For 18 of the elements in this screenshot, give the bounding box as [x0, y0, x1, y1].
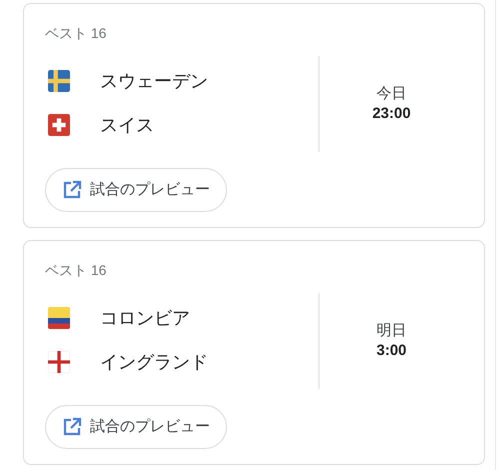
- team-name: スウェーデン: [100, 70, 208, 93]
- match-preview-button[interactable]: 試合のプレビュー: [45, 168, 227, 212]
- round-label: ベスト 16: [45, 261, 106, 279]
- external-link-icon: [62, 417, 82, 437]
- match-day: 今日: [376, 84, 406, 104]
- match-preview-button[interactable]: 試合のプレビュー: [45, 405, 227, 449]
- match-day: 明日: [376, 321, 406, 341]
- flag-icon: [48, 114, 70, 136]
- flag-icon: [48, 351, 70, 373]
- team-name: イングランド: [100, 351, 208, 374]
- flag-icon: [48, 70, 70, 92]
- team-name: コロンビア: [100, 307, 190, 330]
- external-link-icon: [62, 180, 82, 200]
- round-label: ベスト 16: [45, 24, 106, 42]
- match-time: 3:00: [376, 341, 407, 361]
- team-name: スイス: [100, 114, 154, 137]
- flag-icon: [48, 307, 70, 329]
- match-time: 23:00: [372, 104, 411, 124]
